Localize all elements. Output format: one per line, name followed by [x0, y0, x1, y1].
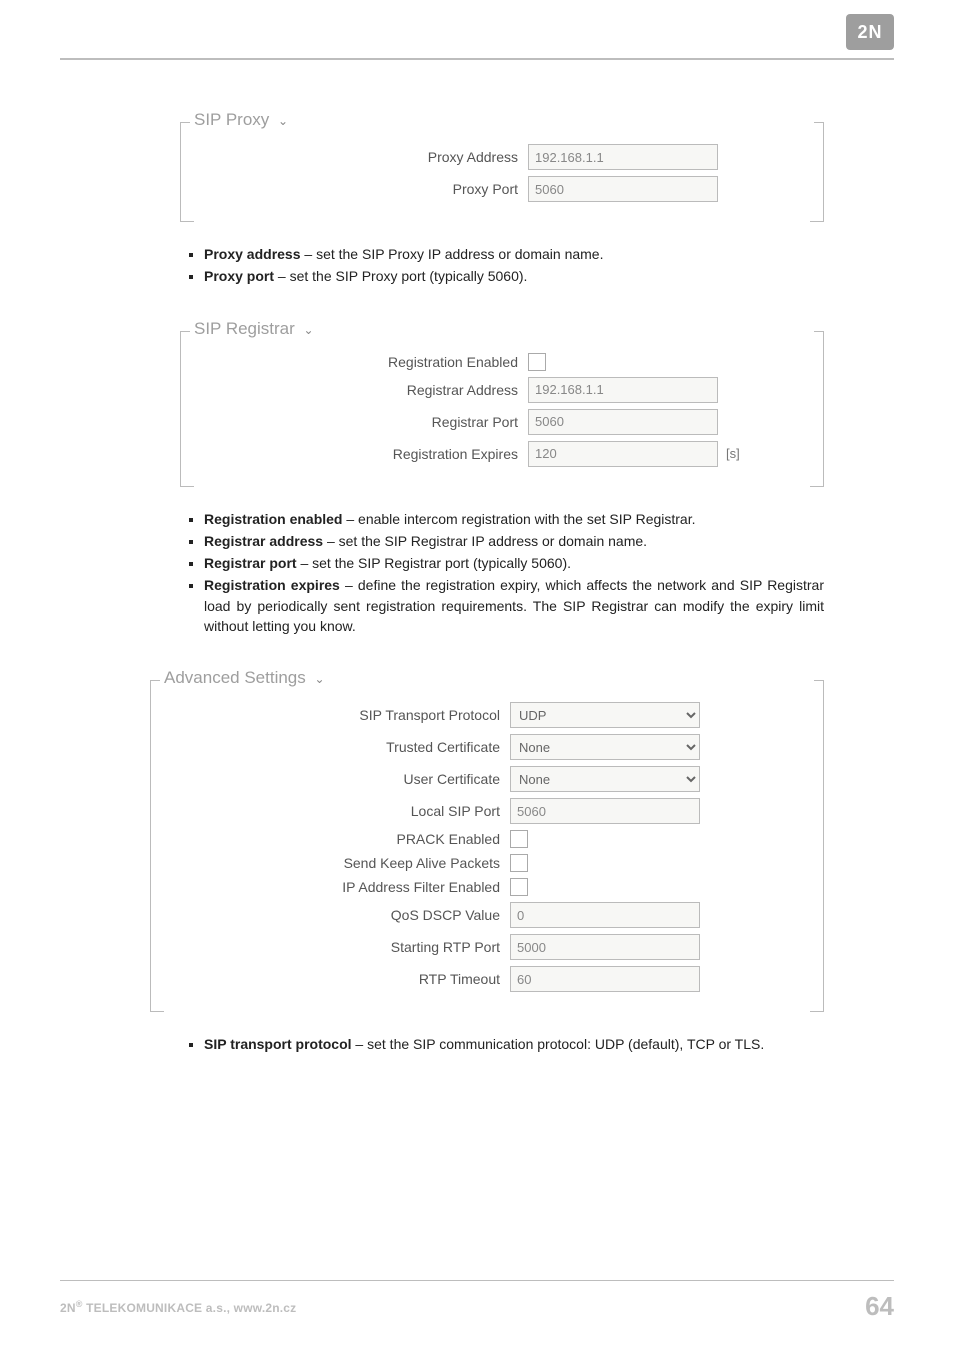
rtp-timeout-input[interactable]: [510, 966, 700, 992]
page-footer: 2N® TELEKOMUNIKACE a.s., www.2n.cz 64: [60, 1280, 894, 1322]
proxy-port-label: Proxy Port: [198, 181, 528, 197]
desc-text: – set the SIP communication protocol: UD…: [352, 1036, 765, 1052]
trusted-cert-select[interactable]: None: [510, 734, 700, 760]
registrar-address-input[interactable]: [528, 377, 718, 403]
prack-enabled-checkbox[interactable]: [510, 830, 528, 848]
registration-expires-input[interactable]: [528, 441, 718, 467]
proxy-address-label: Proxy Address: [198, 149, 528, 165]
section-title-label: SIP Registrar: [194, 319, 295, 338]
sip-proxy-description: Proxy address – set the SIP Proxy IP add…: [204, 244, 824, 287]
desc-text: – enable intercom registration with the …: [342, 511, 695, 527]
chevron-down-icon: ⌄: [278, 114, 288, 128]
page-number: 64: [865, 1291, 894, 1322]
section-title-label: SIP Proxy: [194, 110, 269, 129]
user-cert-label: User Certificate: [198, 771, 510, 787]
advanced-settings-section: Advanced Settings ⌄ SIP Transport Protoc…: [150, 662, 824, 1012]
desc-term: Registrar address: [204, 533, 323, 549]
desc-text: – set the SIP Registrar port (typically …: [297, 555, 571, 571]
keep-alive-checkbox[interactable]: [510, 854, 528, 872]
qos-dscp-label: QoS DSCP Value: [198, 907, 510, 923]
desc-term: Proxy port: [204, 268, 274, 284]
user-cert-select[interactable]: None: [510, 766, 700, 792]
desc-term: Registrar port: [204, 555, 297, 571]
ip-filter-checkbox[interactable]: [510, 878, 528, 896]
ip-filter-label: IP Address Filter Enabled: [198, 879, 510, 895]
chevron-down-icon: ⌄: [315, 672, 325, 686]
registration-expires-unit: [s]: [726, 446, 740, 461]
header-divider: [60, 58, 894, 60]
sip-registrar-title[interactable]: SIP Registrar ⌄: [194, 319, 314, 339]
chevron-down-icon: ⌄: [304, 323, 314, 337]
sip-proxy-section: SIP Proxy ⌄ Proxy Address Proxy Port: [180, 104, 824, 222]
starting-rtp-input[interactable]: [510, 934, 700, 960]
proxy-address-input[interactable]: [528, 144, 718, 170]
proxy-port-input[interactable]: [528, 176, 718, 202]
registrar-port-input[interactable]: [528, 409, 718, 435]
registrar-address-label: Registrar Address: [198, 382, 528, 398]
desc-term: SIP transport protocol: [204, 1036, 352, 1052]
trusted-cert-label: Trusted Certificate: [198, 739, 510, 755]
sip-transport-label: SIP Transport Protocol: [198, 707, 510, 723]
registration-enabled-label: Registration Enabled: [198, 354, 528, 370]
footer-company: 2N® TELEKOMUNIKACE a.s., www.2n.cz: [60, 1299, 296, 1315]
sip-transport-select[interactable]: UDP: [510, 702, 700, 728]
rtp-timeout-label: RTP Timeout: [198, 971, 510, 987]
brand-logo: 2N: [846, 14, 894, 50]
desc-text: – set the SIP Proxy IP address or domain…: [301, 246, 604, 262]
advanced-settings-title[interactable]: Advanced Settings ⌄: [164, 668, 325, 688]
sip-proxy-title[interactable]: SIP Proxy ⌄: [194, 110, 288, 130]
qos-dscp-input[interactable]: [510, 902, 700, 928]
keep-alive-label: Send Keep Alive Packets: [198, 855, 510, 871]
starting-rtp-label: Starting RTP Port: [198, 939, 510, 955]
desc-term: Registration enabled: [204, 511, 342, 527]
section-title-label: Advanced Settings: [164, 668, 306, 687]
advanced-description: SIP transport protocol – set the SIP com…: [204, 1034, 824, 1054]
registrar-port-label: Registrar Port: [198, 414, 528, 430]
registration-enabled-checkbox[interactable]: [528, 353, 546, 371]
desc-text: – set the SIP Proxy port (typically 5060…: [274, 268, 527, 284]
prack-enabled-label: PRACK Enabled: [198, 831, 510, 847]
sip-registrar-section: SIP Registrar ⌄ Registration Enabled Reg…: [180, 313, 824, 487]
desc-term: Registration expires: [204, 577, 340, 593]
sip-registrar-description: Registration enabled – enable intercom r…: [204, 509, 824, 637]
local-sip-port-input[interactable]: [510, 798, 700, 824]
desc-text: – set the SIP Registrar IP address or do…: [323, 533, 647, 549]
desc-term: Proxy address: [204, 246, 301, 262]
local-sip-port-label: Local SIP Port: [198, 803, 510, 819]
registration-expires-label: Registration Expires: [198, 446, 528, 462]
